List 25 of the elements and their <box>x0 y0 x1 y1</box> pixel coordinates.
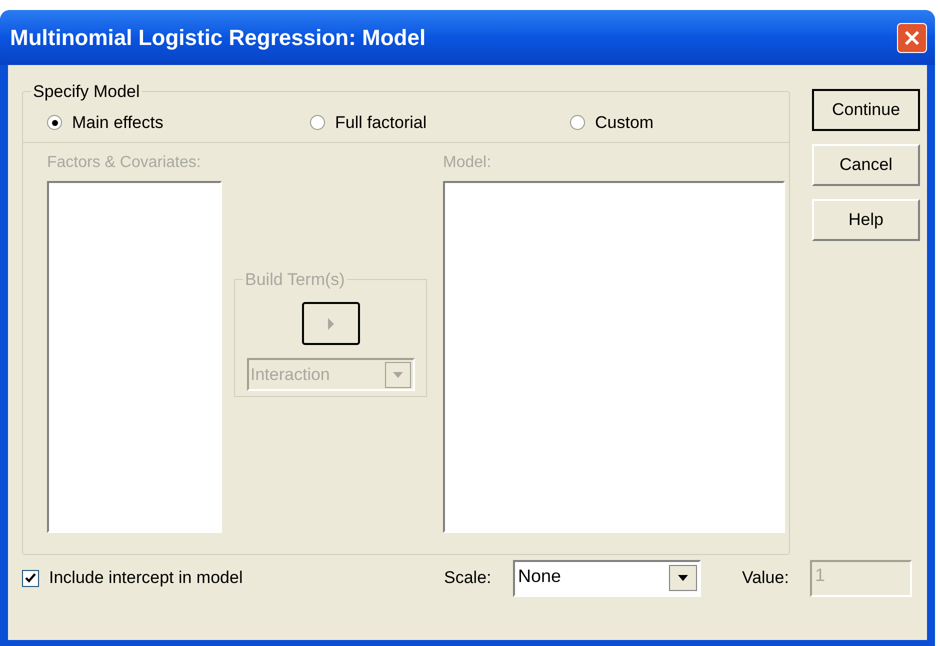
window-title: Multinomial Logistic Regression: Model <box>9 24 426 52</box>
dialog-button[interactable]: Cancel <box>812 144 920 186</box>
radio-button[interactable] <box>570 115 585 130</box>
radio-label: Main effects <box>72 112 164 134</box>
dropdown-value: Interaction <box>250 364 330 386</box>
scale-dropdown[interactable]: None <box>513 560 701 596</box>
dropdown-value: None <box>518 564 562 588</box>
checkbox-label: Include intercept in model <box>49 567 243 590</box>
close-icon <box>903 28 921 46</box>
group-title: Build Term(s) <box>244 268 346 290</box>
field-label: Value: <box>742 567 790 590</box>
list-label: Factors & Covariates: <box>47 152 202 172</box>
radio-label: Full factorial <box>335 112 427 134</box>
close-button[interactable] <box>897 22 927 52</box>
dialog-button[interactable]: Help <box>812 199 920 241</box>
right-arrow-icon <box>326 316 336 330</box>
field-label: Scale: <box>444 567 492 590</box>
radio-label: Custom <box>595 112 654 134</box>
radio-button[interactable] <box>47 115 62 130</box>
list-label: Model: <box>443 152 492 172</box>
group-title: Specify Model <box>32 81 141 103</box>
add-term-button[interactable] <box>302 302 360 345</box>
radio-button[interactable] <box>310 115 325 130</box>
intercept-checkbox[interactable] <box>22 570 39 586</box>
dialog-button[interactable]: Continue <box>812 89 920 131</box>
